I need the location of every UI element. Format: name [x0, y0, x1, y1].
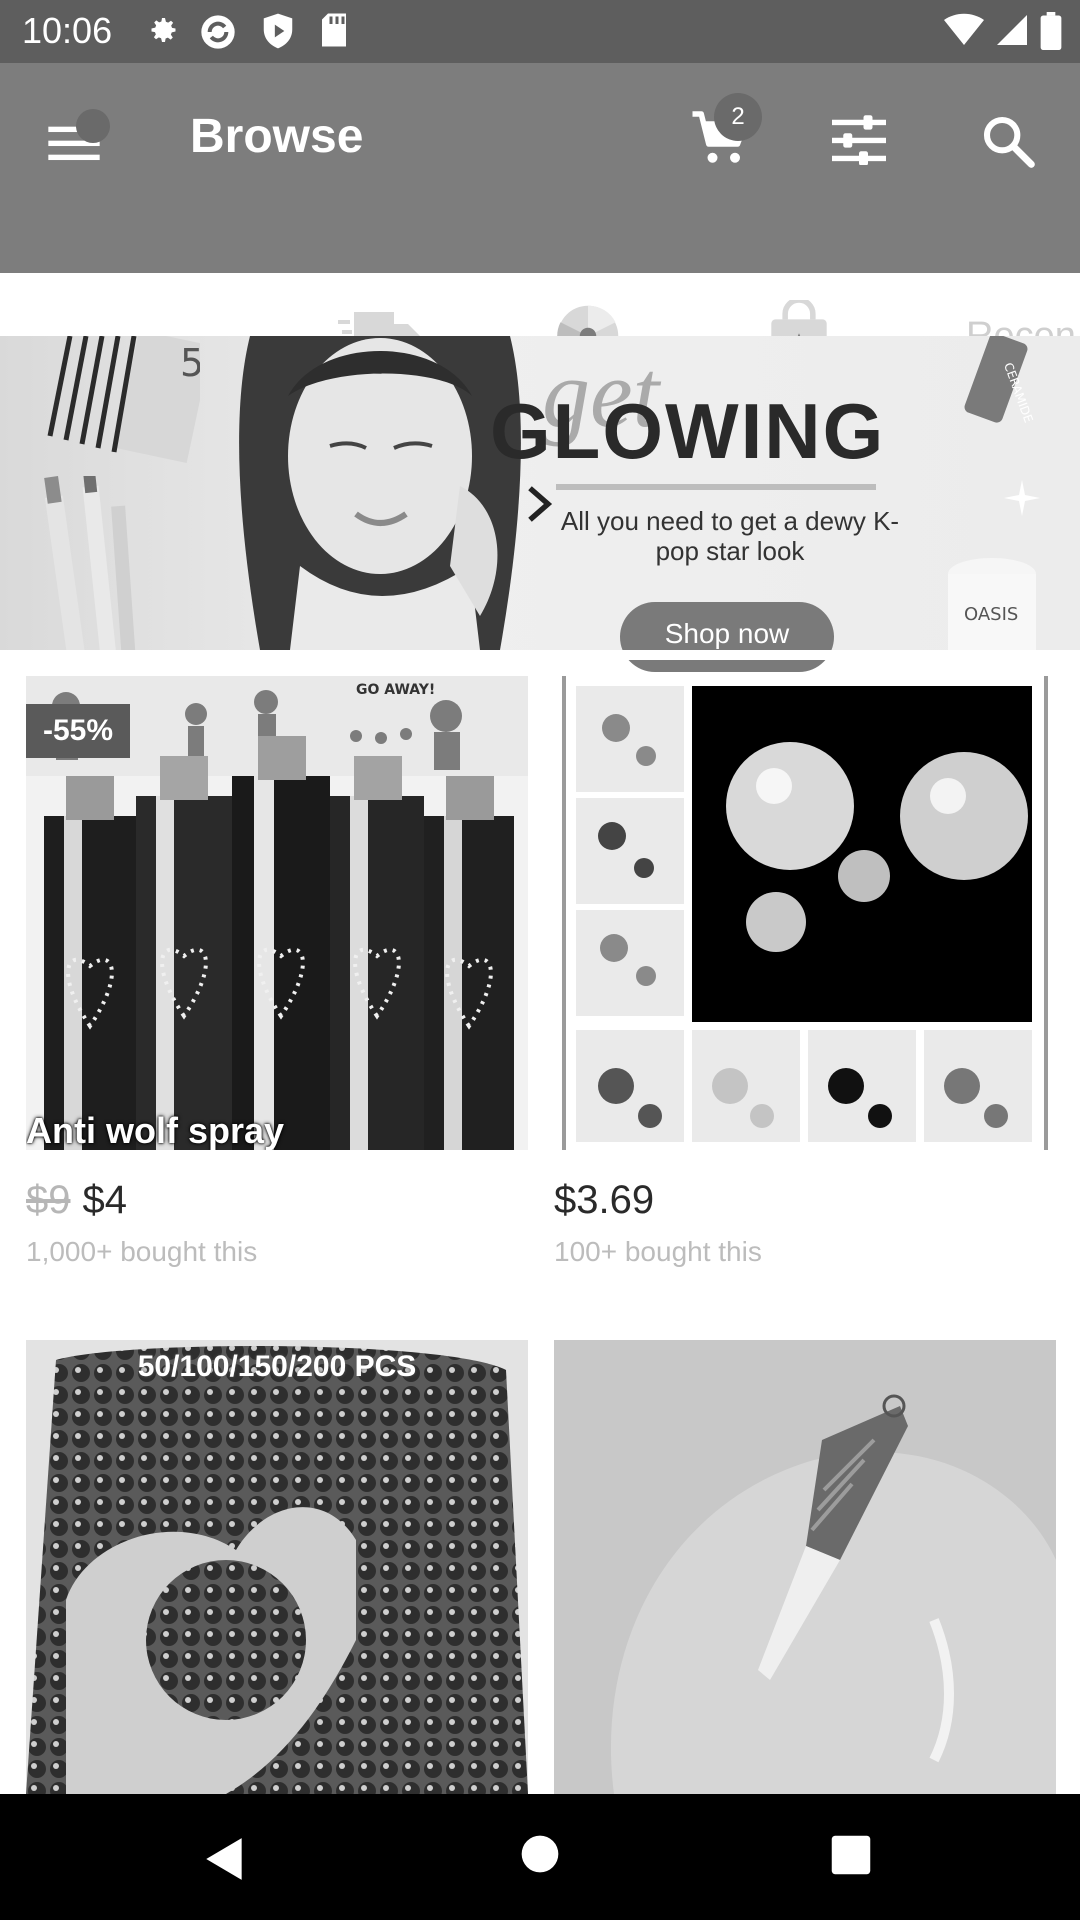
- product-card-anti-wolf-spray[interactable]: GO AWAY! -55% Anti wolf spray $9 $4 1,00…: [26, 676, 528, 1296]
- eagle-knife-image: [554, 1340, 1056, 1794]
- sync-icon: [201, 15, 235, 49]
- discount-badge: -55%: [26, 704, 130, 758]
- sd-card-icon: [322, 13, 346, 47]
- image-caption: Anti wolf spray: [26, 1110, 285, 1150]
- original-price: $9: [26, 1178, 71, 1222]
- product-image-earrings: [554, 676, 1056, 1150]
- product-image-knife: [554, 1340, 1056, 1794]
- product-image-spray: GO AWAY! -55% Anti wolf spray: [26, 676, 528, 1150]
- recents-icon[interactable]: [830, 1834, 872, 1876]
- battery-icon: [1040, 12, 1062, 50]
- banner-underline: [556, 484, 876, 490]
- system-navigation-bar: [0, 1794, 1080, 1920]
- shop-now-button[interactable]: Shop now: [620, 602, 834, 672]
- product-card-pearl-earrings[interactable]: $3.69 100+ bought this: [554, 676, 1056, 1296]
- back-icon[interactable]: [200, 1834, 250, 1884]
- sale-price: $3.69: [554, 1178, 655, 1222]
- serum-bottle-image: CERAMIDE: [964, 336, 1036, 424]
- product-image-steel-balls: 50/100/150/200 PCS: [26, 1340, 528, 1794]
- product-card-steel-balls[interactable]: 50/100/150/200 PCS: [26, 1340, 528, 1794]
- cart-count-badge: 2: [714, 93, 762, 141]
- settings-icon: [151, 18, 176, 42]
- page-title: Browse: [190, 110, 364, 163]
- status-time: 10:06: [22, 10, 113, 51]
- search-button[interactable]: [980, 113, 1036, 169]
- sparkle-icon: [1004, 480, 1040, 516]
- image-caption: 50/100/150/200 PCS: [137, 1350, 417, 1383]
- banner-divider: [0, 650, 1080, 660]
- search-icon: [983, 116, 1035, 168]
- bought-count: 1,000+ bought this: [26, 1236, 258, 1267]
- filter-button[interactable]: [832, 115, 886, 166]
- status-bar: 10:06: [0, 0, 1080, 63]
- spray-image-text: GO AWAY!: [356, 682, 435, 698]
- home-icon[interactable]: [520, 1834, 560, 1874]
- banner-headline: GLOWING: [490, 387, 886, 475]
- makeup-brushes-image: 5: [47, 336, 200, 464]
- lip-pencils-image: [44, 476, 136, 650]
- signal-icon: [997, 15, 1027, 45]
- price-row: $3.69: [554, 1178, 654, 1223]
- filter-icon: [832, 115, 886, 166]
- bought-count: 100+ bought this: [554, 1236, 762, 1267]
- product-card-eagle-knife[interactable]: [554, 1340, 1056, 1794]
- model-photo: [239, 336, 521, 650]
- pearl-earrings-image: [562, 676, 1048, 1150]
- chevron-right-icon[interactable]: [524, 486, 554, 522]
- app-bar: Browse 2 Popular: [0, 63, 1080, 370]
- shield-play-icon: [263, 13, 293, 49]
- notification-dot: [76, 109, 110, 143]
- steel-balls-image: [26, 1340, 528, 1794]
- banner-subtitle: All you need to get a dewy K-pop star lo…: [560, 506, 900, 566]
- price-row: $9 $4: [26, 1178, 127, 1223]
- cream-jar-label: OASIS: [964, 604, 1018, 625]
- wifi-icon: [944, 13, 984, 45]
- cream-jar-image: OASIS: [948, 558, 1036, 650]
- menu-button[interactable]: [46, 109, 110, 171]
- sale-price: $4: [82, 1178, 128, 1222]
